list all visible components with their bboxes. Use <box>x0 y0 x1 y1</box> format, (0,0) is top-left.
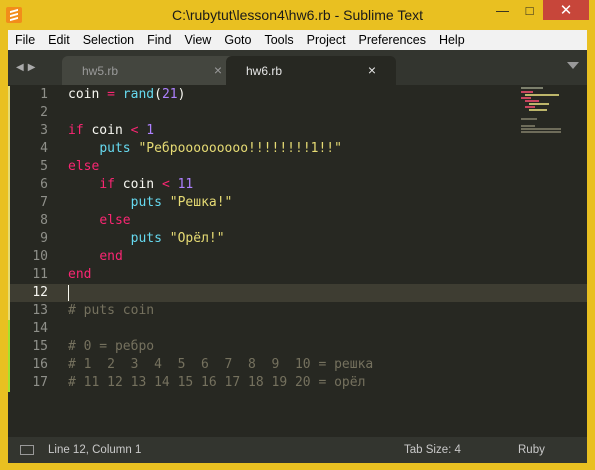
minimap-line <box>529 103 549 105</box>
code-line[interactable]: 11 end <box>8 266 587 284</box>
title-bar: C:\rubytut\lesson4\hw6.rb - Sublime Text… <box>0 0 595 30</box>
minimap-line <box>521 131 561 133</box>
cursor-position: Line 12, Column 1 <box>48 444 142 456</box>
tab-label: hw5.rb <box>82 64 119 78</box>
tab-bar: ◀▶ hw5.rb × hw6.rb × <box>8 50 587 85</box>
code-line-current[interactable]: 12 <box>8 284 587 302</box>
line-number: 3 <box>40 123 48 138</box>
menu-find[interactable]: Find <box>140 33 177 47</box>
sublime-window: C:\rubytut\lesson4\hw6.rb - Sublime Text… <box>0 0 595 470</box>
maximize-icon[interactable]: □ <box>516 0 543 20</box>
line-number: 9 <box>40 231 48 246</box>
minimap-line <box>521 125 535 127</box>
line-number: 14 <box>32 321 48 336</box>
line-number: 11 <box>32 267 48 282</box>
code-text: puts "Реброоооооооо!!!!!!!!1!!" <box>99 141 342 156</box>
menu-goto[interactable]: Goto <box>217 33 257 47</box>
line-number: 16 <box>32 357 48 372</box>
line-number: 17 <box>32 375 48 390</box>
tab-dropdown-icon[interactable] <box>567 62 579 69</box>
minimap[interactable] <box>519 85 579 155</box>
code-line[interactable]: 2 <box>8 104 587 122</box>
minimap-line <box>525 100 539 102</box>
code-line[interactable]: 15 # 0 = ребро <box>8 338 587 356</box>
minimap-line <box>525 94 559 96</box>
line-number: 1 <box>40 87 48 102</box>
minimap-line <box>525 106 535 108</box>
code-text: else <box>68 159 100 174</box>
line-number: 6 <box>40 177 48 192</box>
code-line[interactable]: 6 if coin < 11 <box>8 176 587 194</box>
line-number: 15 <box>32 339 48 354</box>
tab-size-indicator[interactable]: Tab Size: 4 <box>404 444 461 456</box>
status-bar: Line 12, Column 1 Tab Size: 4 Ruby <box>8 437 587 463</box>
menu-bar: File Edit Selection Find View Goto Tools… <box>8 30 587 50</box>
minimap-line <box>521 91 533 93</box>
line-number: 5 <box>40 159 48 174</box>
code-text: puts "Решка!" <box>130 195 233 210</box>
code-text: # 1 2 3 4 5 6 7 8 9 10 = решка <box>68 357 374 372</box>
tab-close-icon[interactable]: × <box>214 62 222 78</box>
minimap-line <box>529 109 547 111</box>
code-text: end <box>99 249 123 264</box>
line-number: 10 <box>32 249 48 264</box>
tab-hw5[interactable]: hw5.rb × <box>62 56 242 85</box>
panel-toggle-icon[interactable] <box>20 445 34 455</box>
menu-edit[interactable]: Edit <box>41 33 76 47</box>
menu-file[interactable]: File <box>8 33 41 47</box>
code-line[interactable]: 17 # 11 12 13 14 15 16 17 18 19 20 = орёл <box>8 374 587 392</box>
line-number: 4 <box>40 141 48 156</box>
line-number: 7 <box>40 195 48 210</box>
code-text: # 11 12 13 14 15 16 17 18 19 20 = орёл <box>68 375 366 390</box>
syntax-indicator[interactable]: Ruby <box>518 444 545 456</box>
menu-preferences[interactable]: Preferences <box>352 33 432 47</box>
code-line[interactable]: 10 end <box>8 248 587 266</box>
code-line[interactable]: 7 puts "Решка!" <box>8 194 587 212</box>
line-number: 2 <box>40 105 48 120</box>
menu-view[interactable]: View <box>177 33 217 47</box>
menu-tools[interactable]: Tools <box>257 33 299 47</box>
code-text: if coin < 1 <box>68 123 155 138</box>
tab-nav-arrows-icon[interactable]: ◀▶ <box>16 62 39 73</box>
minimize-icon[interactable]: — <box>489 0 516 20</box>
code-line[interactable]: 1 coin = rand(21) <box>8 86 587 104</box>
code-line[interactable]: 16 # 1 2 3 4 5 6 7 8 9 10 = решка <box>8 356 587 374</box>
minimap-line <box>521 128 561 130</box>
code-text: end <box>68 267 92 282</box>
line-number: 12 <box>32 285 48 300</box>
code-editor[interactable]: 1 coin = rand(21) 2 3 if coin < 1 4 puts "Реб… <box>8 85 587 437</box>
code-text: else <box>99 213 131 228</box>
minimap-line <box>521 87 543 89</box>
code-text: # puts coin <box>68 303 155 318</box>
minimap-line <box>521 97 531 99</box>
menu-project[interactable]: Project <box>300 33 352 47</box>
close-icon[interactable]: ✕ <box>543 0 589 20</box>
code-line[interactable]: 13 # puts coin <box>8 302 587 320</box>
window-controls: — □ ✕ <box>489 0 589 22</box>
menu-help[interactable]: Help <box>432 33 471 47</box>
tab-label: hw6.rb <box>246 64 283 78</box>
code-line[interactable]: 4 puts "Реброоооооооо!!!!!!!!1!!" <box>8 140 587 158</box>
code-text: coin = rand(21) <box>68 87 186 102</box>
line-number: 13 <box>32 303 48 318</box>
code-line[interactable]: 8 else <box>8 212 587 230</box>
tab-hw6[interactable]: hw6.rb × <box>226 56 396 85</box>
code-line[interactable]: 14 <box>8 320 587 338</box>
code-text: puts "Орёл!" <box>130 231 225 246</box>
line-number: 8 <box>40 213 48 228</box>
code-line[interactable]: 5 else <box>8 158 587 176</box>
menu-selection[interactable]: Selection <box>76 33 140 47</box>
text-cursor <box>68 285 69 301</box>
code-text: if coin < 11 <box>99 177 194 192</box>
code-line[interactable]: 3 if coin < 1 <box>8 122 587 140</box>
code-line[interactable]: 9 puts "Орёл!" <box>8 230 587 248</box>
tab-close-icon[interactable]: × <box>368 62 376 78</box>
minimap-line <box>521 118 537 120</box>
code-text: # 0 = ребро <box>68 339 155 354</box>
